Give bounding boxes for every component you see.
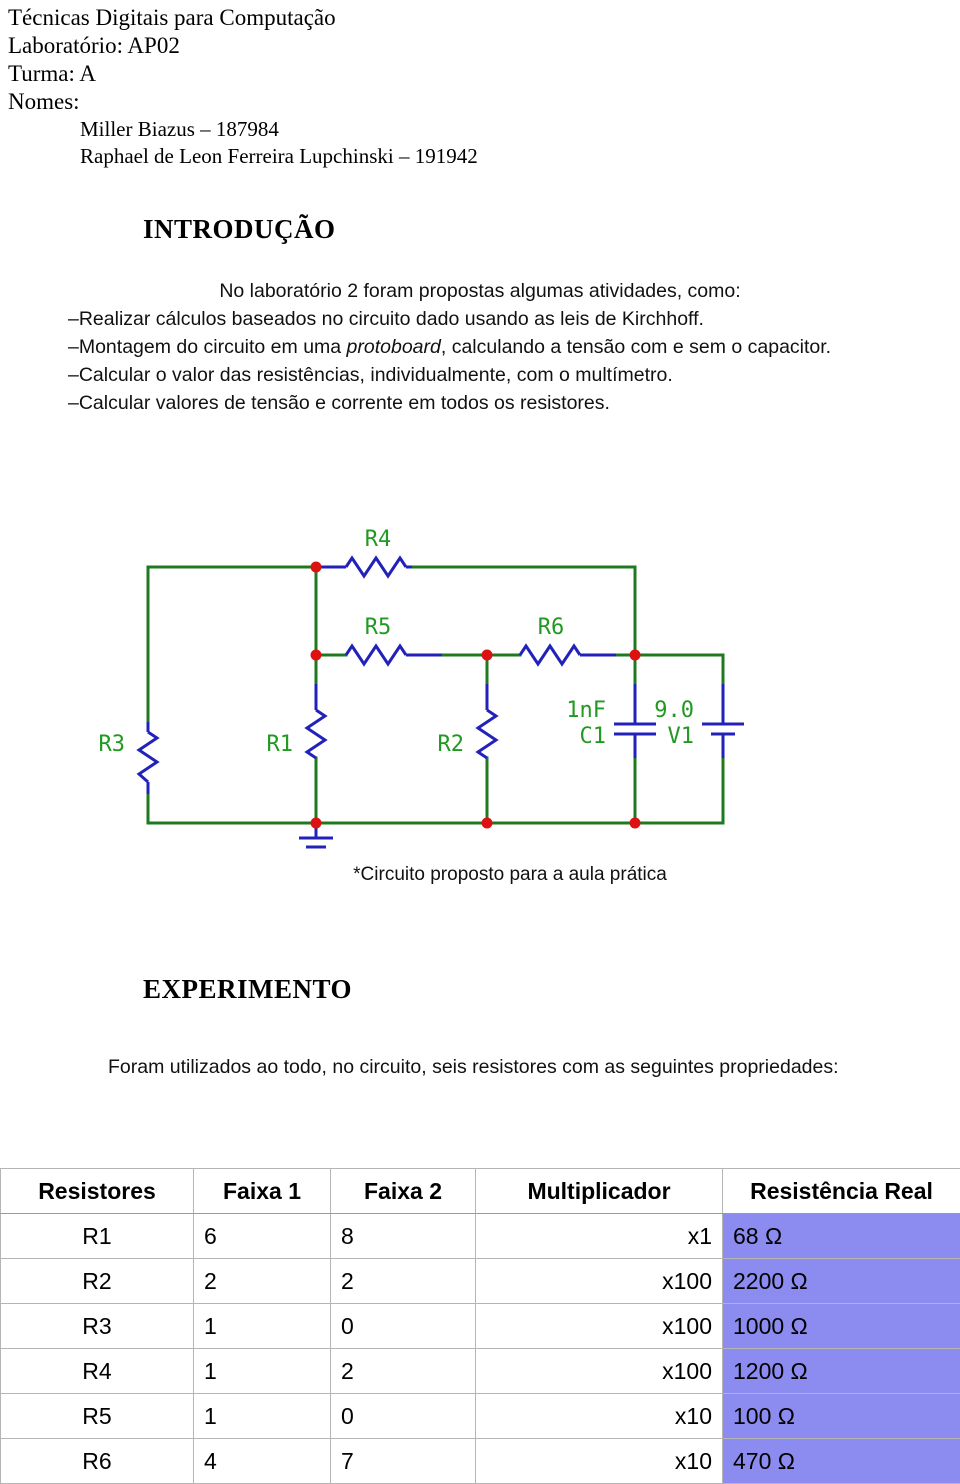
r1-body [307, 710, 325, 758]
cell-multiplicador: x10 [476, 1439, 723, 1484]
circuit-wires [148, 567, 723, 823]
label-r3: R3 [99, 732, 126, 757]
intro-lead: No laboratório 2 foram propostas algumas… [8, 277, 952, 305]
label-r2: R2 [438, 732, 465, 757]
table-row: R412x1001200 Ω [1, 1349, 960, 1394]
cell-resistencia-real: 2200 Ω [723, 1259, 960, 1304]
student-name-1: Miller Biazus – 187984 [8, 116, 948, 143]
label-c1-value: 1nF [566, 698, 606, 723]
experimento-heading: EXPERIMENTO [143, 974, 352, 1005]
intro-heading: INTRODUÇÃO [143, 214, 336, 245]
circuit-diagram: R4 R5 R6 R3 R1 R2 1nF C1 9.0 V1 [0, 498, 960, 898]
cell-resistor-name: R4 [1, 1349, 194, 1394]
junction-mid-left [311, 650, 322, 661]
r6-body [520, 646, 580, 664]
table-header-row: Resistores Faixa 1 Faixa 2 Multiplicador… [1, 1169, 960, 1214]
cell-multiplicador: x10 [476, 1394, 723, 1439]
wire-right-upper [635, 655, 723, 684]
cell-faixa1: 1 [194, 1304, 331, 1349]
label-v1-value: 9.0 [654, 698, 694, 723]
junction-mid-center [482, 650, 493, 661]
intro-body: No laboratório 2 foram propostas algumas… [8, 277, 952, 417]
cell-resistencia-real: 1000 Ω [723, 1304, 960, 1349]
cell-faixa2: 7 [331, 1439, 476, 1484]
cell-faixa1: 4 [194, 1439, 331, 1484]
cell-resistor-name: R5 [1, 1394, 194, 1439]
junction-top [311, 562, 322, 573]
intro-item-2: –Montagem do circuito em uma protoboard,… [8, 333, 952, 361]
table-row: R510x10100 Ω [1, 1394, 960, 1439]
r5-body [346, 646, 406, 664]
lab-line: Laboratório: AP02 [8, 32, 948, 60]
cell-faixa2: 0 [331, 1394, 476, 1439]
intro-item-1: –Realizar cálculos baseados no circuito … [8, 305, 952, 333]
cell-resistencia-real: 470 Ω [723, 1439, 960, 1484]
cell-resistor-name: R2 [1, 1259, 194, 1304]
wire-left-lower [148, 794, 316, 823]
intro-item-2-suffix: , calculando a tensão com e sem o capaci… [441, 336, 831, 358]
document-page: Técnicas Digitais para Computação Labora… [0, 0, 960, 1442]
junction-bottom-right [630, 818, 641, 829]
junction-bottom-left [311, 818, 322, 829]
names-label: Nomes: [8, 88, 948, 116]
experimento-body: Foram utilizados ao todo, no circuito, s… [8, 1053, 952, 1081]
column-header-resistencia-real: Resistência Real [723, 1169, 960, 1214]
cell-multiplicador: x100 [476, 1304, 723, 1349]
table-row: R310x1001000 Ω [1, 1304, 960, 1349]
experimento-paragraph: Foram utilizados ao todo, no circuito, s… [8, 1053, 952, 1081]
student-name-2: Raphael de Leon Ferreira Lupchinski – 19… [8, 143, 948, 170]
course-title: Técnicas Digitais para Computação [8, 4, 948, 32]
resistor-properties-table: Resistores Faixa 1 Faixa 2 Multiplicador… [0, 1168, 960, 1484]
cell-faixa1: 6 [194, 1214, 331, 1259]
column-header-faixa1: Faixa 1 [194, 1169, 331, 1214]
cell-multiplicador: x100 [476, 1349, 723, 1394]
column-header-multiplicador: Multiplicador [476, 1169, 723, 1214]
cell-faixa1: 1 [194, 1394, 331, 1439]
column-header-faixa2: Faixa 2 [331, 1169, 476, 1214]
label-r6: R6 [538, 615, 565, 640]
cell-resistencia-real: 100 Ω [723, 1394, 960, 1439]
cell-faixa2: 8 [331, 1214, 476, 1259]
cell-multiplicador: x100 [476, 1259, 723, 1304]
cell-faixa1: 2 [194, 1259, 331, 1304]
junction-bottom-center [482, 818, 493, 829]
table-row: R222x1002200 Ω [1, 1259, 960, 1304]
r2-body [478, 710, 496, 758]
label-c1-name: C1 [580, 724, 607, 749]
cell-multiplicador: x1 [476, 1214, 723, 1259]
intro-item-2-emphasis: protoboard [347, 336, 441, 358]
cell-resistor-name: R1 [1, 1214, 194, 1259]
cell-faixa1: 1 [194, 1349, 331, 1394]
r4-body [346, 558, 406, 576]
cell-resistencia-real: 68 Ω [723, 1214, 960, 1259]
intro-item-4: –Calcular valores de tensão e corrente e… [8, 389, 952, 417]
cell-faixa2: 2 [331, 1349, 476, 1394]
table-row: R168x168 Ω [1, 1214, 960, 1259]
figure-caption: *Circuito proposto para a aula prática [0, 864, 960, 886]
intro-item-3: –Calcular o valor das resistências, indi… [8, 361, 952, 389]
cell-faixa2: 2 [331, 1259, 476, 1304]
document-header: Técnicas Digitais para Computação Labora… [8, 4, 948, 170]
wire-right-lower [635, 758, 723, 823]
junction-mid-right [630, 650, 641, 661]
wire-top-right [412, 567, 635, 655]
cell-resistor-name: R6 [1, 1439, 194, 1484]
label-r1: R1 [267, 732, 294, 757]
cell-faixa2: 0 [331, 1304, 476, 1349]
table-row: R647x10470 Ω [1, 1439, 960, 1484]
class-line: Turma: A [8, 60, 948, 88]
circuit-junctions [311, 562, 641, 829]
label-v1-name: V1 [668, 724, 695, 749]
column-header-resistores: Resistores [1, 1169, 194, 1214]
label-r5: R5 [365, 615, 392, 640]
cell-resistor-name: R3 [1, 1304, 194, 1349]
intro-item-2-prefix: –Montagem do circuito em uma [68, 336, 347, 358]
r3-body [139, 732, 157, 782]
label-r4: R4 [365, 527, 392, 552]
circuit-components [139, 558, 744, 847]
cell-resistencia-real: 1200 Ω [723, 1349, 960, 1394]
